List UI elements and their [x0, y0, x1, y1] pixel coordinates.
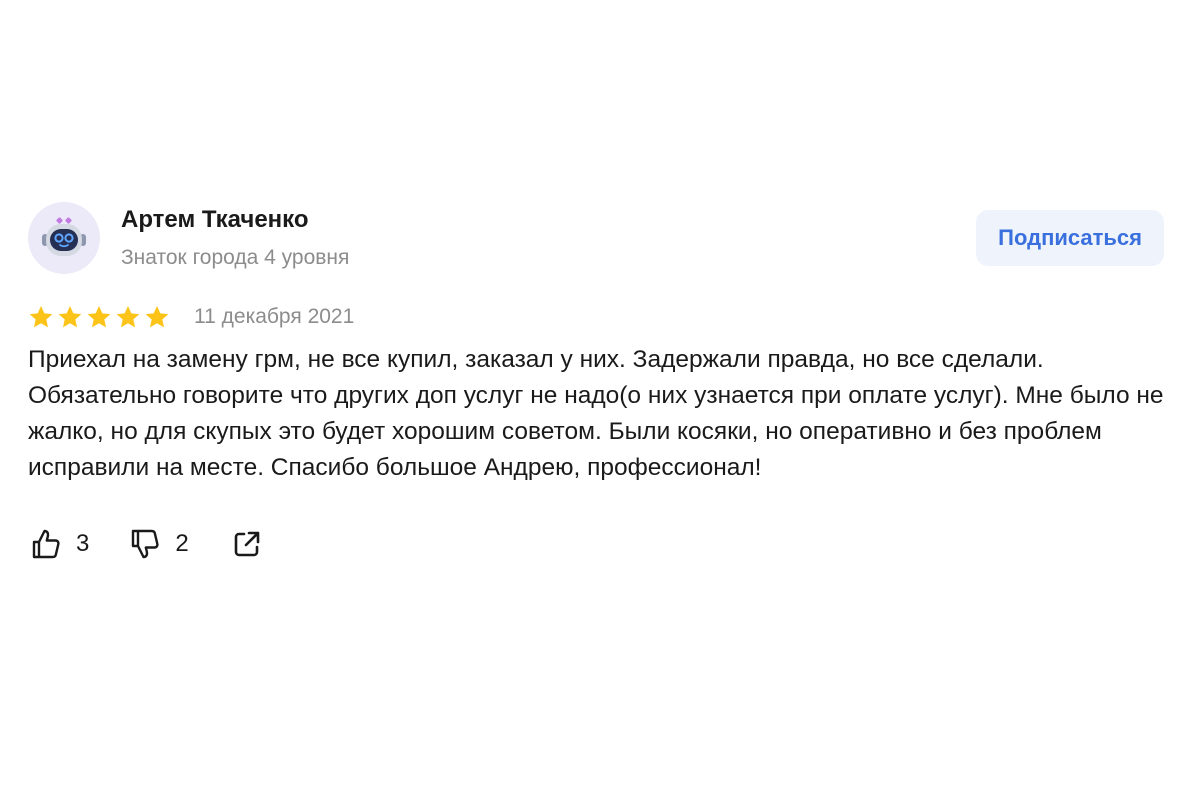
author-level: Знаток города 4 уровня [121, 246, 350, 269]
review-actions: 3 2 [28, 524, 1168, 564]
avatar[interactable] [28, 202, 100, 274]
dislike-button[interactable]: 2 [127, 526, 189, 562]
share-button[interactable] [229, 526, 265, 562]
review-date: 11 декабря 2021 [194, 305, 355, 328]
review-text: Приехал на замену грм, не все купил, зак… [28, 346, 1164, 481]
like-count: 3 [76, 530, 90, 557]
thumbs-up-icon [32, 529, 60, 559]
star-icon [116, 305, 140, 328]
review-card: Артем Ткаченко Знаток города 4 уровня По… [28, 200, 1168, 564]
star-icon [145, 305, 169, 328]
star-icon [58, 305, 82, 328]
review-meta: 11 декабря 2021 [28, 300, 1168, 334]
star-icon [29, 305, 53, 328]
like-button[interactable]: 3 [28, 526, 89, 562]
subscribe-button[interactable]: Подписаться [976, 210, 1164, 266]
rating-stars [28, 304, 170, 330]
robot-avatar-icon [42, 217, 86, 256]
review-header: Артем Ткаченко Знаток города 4 уровня По… [28, 200, 1168, 280]
share-icon [234, 531, 260, 557]
thumbs-down-icon [132, 529, 159, 559]
author-name[interactable]: Артем Ткаченко [121, 206, 309, 234]
dislike-count: 2 [175, 530, 189, 557]
star-icon [87, 305, 111, 328]
